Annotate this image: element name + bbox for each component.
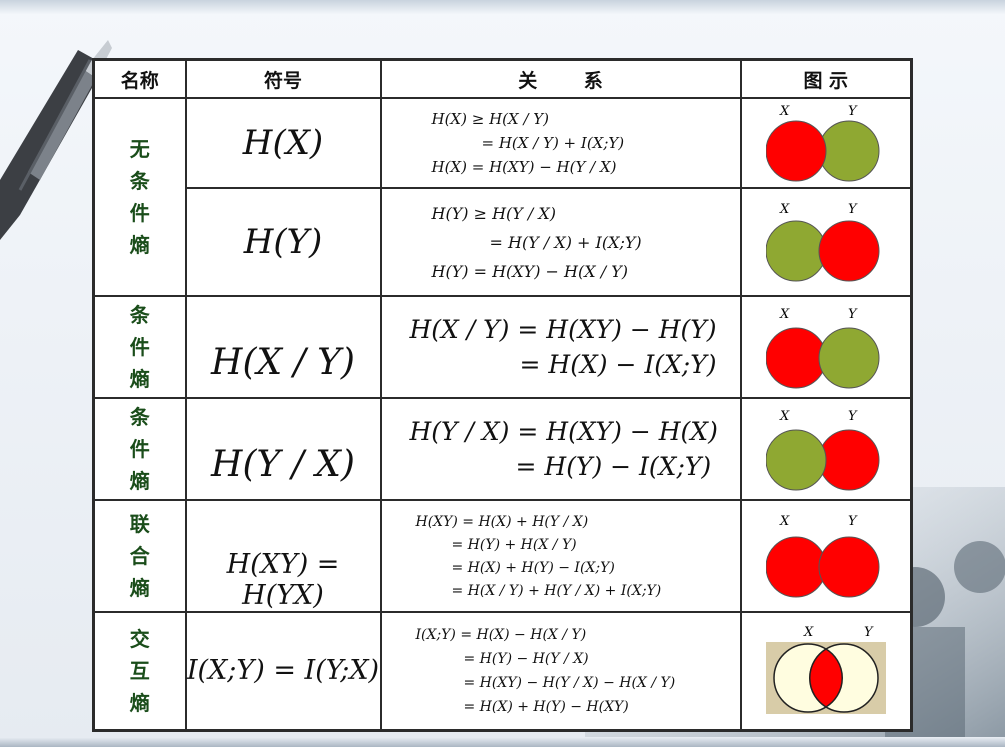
venn-y-label: Y [864, 625, 874, 640]
header-name: 名称 [92, 58, 187, 99]
row-name: 条 件 熵 [92, 397, 187, 501]
venn-circle-y [818, 220, 880, 282]
table-row: 条 件 熵 H(X / Y) H(X / Y) = H(XY) − H(Y) =… [92, 295, 913, 399]
venn-x-label: X [779, 104, 790, 119]
venn-y-label: Y [848, 409, 858, 424]
venn-circle-x [765, 220, 827, 282]
table-row: 条 件 熵 H(Y / X) H(Y / X) = H(XY) − H(X) =… [92, 397, 913, 501]
row-relation: I(X;Y) = H(X) − H(X / Y) = H(Y) − H(Y / … [379, 611, 742, 731]
row-symbol: I(X;Y) = I(Y;X) [184, 611, 382, 731]
venn-figure: X Y [739, 397, 913, 501]
venn-y-label: Y [848, 202, 858, 217]
venn-x-label: X [779, 307, 790, 322]
entropy-table: 名称 符号 关 系 图 示 无 条 件 熵 H(X) H(X) ≥ H(X / … [92, 58, 913, 732]
row-name: 联 合 熵 [92, 499, 187, 613]
table-row: 联 合 熵 H(XY) = H(YX) H(XY) = H(X) + H(Y /… [92, 499, 913, 613]
row-symbol: H(X / Y) [184, 295, 382, 399]
venn-figure: X Y [739, 187, 913, 297]
venn-y-label: Y [848, 307, 858, 322]
row-symbol: H(X) [184, 97, 382, 189]
venn-figure: X Y [739, 295, 913, 399]
table-row: 交 互 熵 I(X;Y) = I(Y;X) I(X;Y) = H(X) − H(… [92, 611, 913, 731]
row-name: 交 互 熵 [92, 611, 187, 731]
venn-y-label: Y [848, 104, 858, 119]
slide-bottom-band [0, 737, 1005, 747]
venn-x-label: X [779, 202, 790, 217]
venn-figure: X Y [739, 97, 913, 189]
slide-top-band [0, 0, 1005, 14]
row-relation: H(X) ≥ H(X / Y) = H(X / Y) + I(X;Y) H(X)… [379, 97, 742, 189]
header-symbol: 符号 [184, 58, 382, 99]
table-row: H(Y) H(Y) ≥ H(Y / X) = H(Y / X) + I(X;Y)… [94, 187, 913, 297]
venn-circle-x [765, 327, 827, 389]
table-row: 无 条 件 熵 H(X) H(X) ≥ H(X / Y) = H(X / Y) … [92, 97, 913, 297]
header-figure: 图 示 [739, 58, 913, 99]
row-relation: H(X / Y) = H(XY) − H(Y) = H(X) − I(X;Y) [379, 295, 742, 399]
row-symbol: H(XY) = H(YX) [184, 499, 382, 613]
header-relation: 关 系 [379, 58, 742, 99]
row-symbol: H(Y / X) [184, 397, 382, 501]
venn-circle-x [765, 536, 827, 598]
venn-circle-y [818, 429, 880, 491]
venn-x-label: X [803, 625, 814, 640]
row-relation: H(Y / X) = H(XY) − H(X) = H(Y) − I(X;Y) [379, 397, 742, 501]
venn-circle-y [818, 536, 880, 598]
venn-circle-y [818, 120, 880, 182]
venn-figure: X Y [739, 611, 913, 731]
venn-circle-y [818, 327, 880, 389]
row-symbol: H(Y) [184, 187, 382, 297]
row-relation: H(XY) = H(X) + H(Y / X) = H(Y) + H(X / Y… [379, 499, 742, 613]
venn-figure: X Y [739, 499, 913, 613]
venn-circle-x [765, 120, 827, 182]
venn-x-label: X [779, 409, 790, 424]
header-row: 名称 符号 关 系 图 示 [92, 58, 913, 99]
row-relation: H(Y) ≥ H(Y / X) = H(Y / X) + I(X;Y) H(Y)… [379, 187, 742, 297]
venn-y-label: Y [848, 514, 858, 529]
row-name: 条 件 熵 [92, 295, 187, 399]
row-name: 无 条 件 熵 [92, 97, 187, 297]
venn-x-label: X [779, 514, 790, 529]
venn-circle-x [765, 429, 827, 491]
